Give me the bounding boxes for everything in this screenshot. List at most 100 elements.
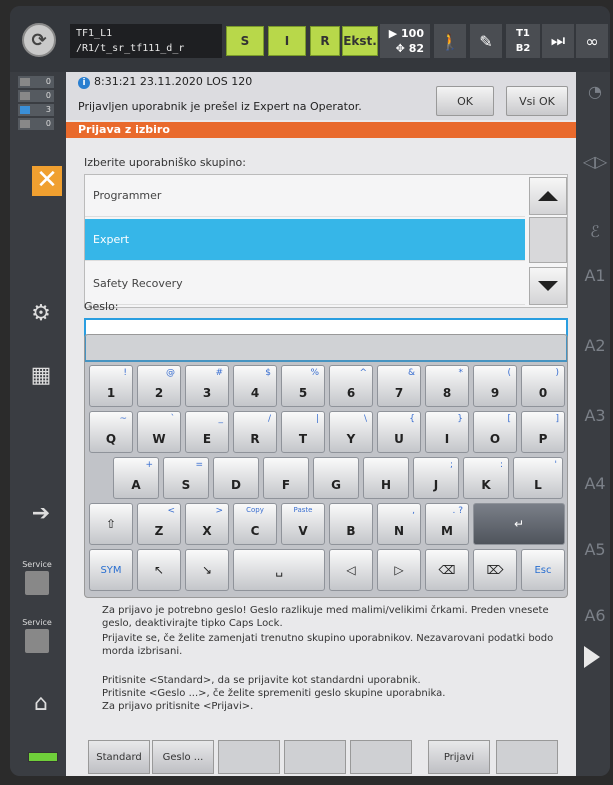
scrollbar-thumb[interactable] [529,217,567,263]
cursor-down-right-key[interactable]: ↘ [185,549,229,591]
key-4[interactable]: $4 [233,365,277,407]
key-u[interactable]: {U [377,411,421,453]
list-item-safety-recovery[interactable]: Safety Recovery [85,263,525,305]
key-w[interactable]: ` W [137,411,181,453]
key-s[interactable]: = S [163,457,209,499]
key-a[interactable]: + A [113,457,159,499]
play-icon: ▶ [388,27,402,40]
key-2[interactable]: @2 [137,365,181,407]
enter-key[interactable]: ↵ [473,503,565,545]
globe-icon[interactable]: ◔ [580,82,610,101]
message-counter-warning[interactable]: 0 [18,90,54,102]
all-ok-button[interactable]: Vsi OK [506,86,568,116]
key-3[interactable]: #3 [185,365,229,407]
drives-status-button[interactable]: I [268,26,306,56]
key-y[interactable]: \ Y [329,411,373,453]
override-speed-display[interactable]: ▶ 100 ✥ 82 [380,24,430,58]
infinite-jog-icon[interactable]: ∞ [576,24,608,58]
key-5[interactable]: % 5 [281,365,325,407]
axis-a2-label[interactable]: A2 [580,336,610,355]
close-dialog-button[interactable]: ✕ [32,166,62,196]
service-button-1[interactable]: Service [14,560,60,606]
login-button[interactable]: Prijavi [428,740,490,774]
service-icon [25,571,49,595]
submit-interpreter-button[interactable]: S [226,26,264,56]
key-x[interactable]: > X [185,503,229,545]
space-key[interactable]: ␣ [233,549,325,591]
key-b[interactable]: B [329,503,373,545]
play-icon[interactable] [584,646,600,668]
message-counter-dialog[interactable]: 0 [18,118,54,130]
key-k[interactable]: :K [463,457,509,499]
backspace-key[interactable]: ⌫ [425,549,469,591]
grid-icon[interactable]: ▦ [24,358,58,392]
scroll-up-button[interactable] [529,177,567,215]
scroll-down-button[interactable] [529,267,567,305]
ok-button[interactable]: OK [436,86,494,116]
axis-a1-label[interactable]: A1 [580,266,610,285]
sym-key[interactable]: SYM [89,549,133,591]
key-c[interactable]: Copy C [233,503,277,545]
coordinate-system-icon[interactable]: ℰ [580,222,610,241]
axis-a6-label[interactable]: A6 [580,606,610,625]
key-r[interactable]: / R [233,411,277,453]
message-counter-error[interactable]: 0 [18,76,54,88]
message-counter-info[interactable]: 3 [18,104,54,116]
standard-button[interactable]: Standard [88,740,150,774]
key-1[interactable]: ! 1 [89,365,133,407]
key-7[interactable]: & 7 [377,365,421,407]
service-button-2[interactable]: Service [14,618,60,664]
axis-a3-label[interactable]: A3 [580,406,610,425]
key-p[interactable]: ] P [521,411,565,453]
key-d[interactable]: D [213,457,259,499]
key-g[interactable]: G [313,457,359,499]
esc-key[interactable]: Esc [521,549,565,591]
key-m[interactable]: . ? M [425,503,469,545]
space-icon: ␣ [275,563,283,577]
key-j[interactable]: ; J [413,457,459,499]
key-e[interactable]: _ E [185,411,229,453]
key-9[interactable]: (9 [473,365,517,407]
axis-a5-label[interactable]: A5 [580,540,610,559]
cursor-up-left-key[interactable]: ↖ [137,549,181,591]
cursor-left-key[interactable]: ◁ [329,549,373,591]
robot-interpreter-button[interactable]: R [310,26,340,56]
key-6[interactable]: ^ 6 [329,365,373,407]
external-mode-button[interactable]: Ekst. [342,26,378,56]
key-l[interactable]: ' L [513,457,563,499]
help-text-1: Za prijavo je potrebno geslo! Geslo razl… [102,605,549,629]
shift-icon: ⇧ [105,517,117,531]
key-i[interactable]: } I [425,411,469,453]
arrow-right-icon[interactable]: ➔ [24,496,58,530]
key-n[interactable]: ,N [377,503,421,545]
tool-base-display[interactable]: T1 B2 [506,24,540,58]
key-q[interactable]: ~ Q [89,411,133,453]
key-o[interactable]: [O [473,411,517,453]
run-mode-icon[interactable]: 🚶 [434,24,466,58]
kuka-logo-icon[interactable]: ⟳ [22,23,56,57]
key-z[interactable]: < Z [137,503,181,545]
tool-icon[interactable]: ✎ [470,24,502,58]
key-t[interactable]: | T [281,411,325,453]
home-icon[interactable]: ⌂ [24,686,58,720]
list-item-programmer[interactable]: Programmer [85,175,525,217]
key-0[interactable]: ) 0 [521,365,565,407]
gear-icon[interactable]: ⚙ [24,296,58,330]
program-override: 100 [401,27,424,40]
delete-key[interactable]: ⌦ [473,549,517,591]
robot-name-display[interactable]: TF1_L1 /R1/t_sr_tf111_d_r [70,24,222,58]
jog-wheel-icon[interactable]: ◁▷ [580,152,610,171]
cursor-right-key[interactable]: ▷ [377,549,421,591]
key-f[interactable]: F [263,457,309,499]
axis-a4-label[interactable]: A4 [580,474,610,493]
help-text-2: Prijavite se, če želite zamenjati trenut… [102,633,554,657]
key-8[interactable]: * 8 [425,365,469,407]
key-h[interactable]: H [363,457,409,499]
service-icon [25,629,49,653]
password-button[interactable]: Geslo ... [152,740,214,774]
incremental-jog-icon[interactable]: ⏭ [542,24,574,58]
key-v[interactable]: Paste V [281,503,325,545]
shift-key[interactable]: ⇧ [89,503,133,545]
backspace-icon: ⌫ [438,563,456,577]
list-item-expert[interactable]: Expert [85,219,525,261]
